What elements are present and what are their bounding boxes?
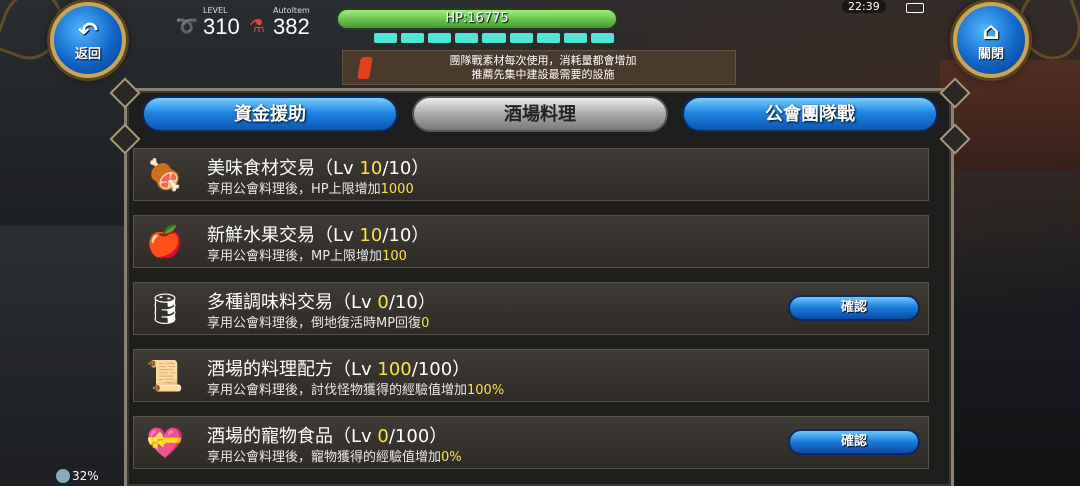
level-swirl-icon: ➰ — [175, 15, 199, 37]
item-title: 多種調味料交易（Lv 0/10） — [207, 292, 436, 313]
mp-segment — [428, 33, 452, 43]
item-bonus-value: 0% — [441, 450, 462, 465]
apple-icon: 🍎 — [146, 224, 184, 260]
item-level: 0 — [377, 426, 389, 447]
item-title: 酒場的料理配方（Lv 100/100） — [207, 359, 471, 380]
mp-bar — [374, 33, 614, 43]
meat-icon: 🍖 — [146, 157, 184, 193]
item-bonus-value: 0 — [421, 316, 430, 331]
background-floor — [0, 226, 140, 486]
close-button[interactable]: ⌂ 關閉 — [953, 2, 1029, 78]
back-arrow-icon: ↶ — [77, 16, 99, 45]
clock: 22:39 — [842, 0, 886, 13]
item-description: 享用公會料理後，討伐怪物獲得的經驗值增加100% — [207, 383, 505, 398]
level-indicator: ➰ LEVEL 310 — [175, 6, 240, 40]
item-level: 10 — [359, 158, 383, 179]
list-item: 💝 酒場的寵物食品（Lv 0/100） 享用公會料理後，寵物獲得的經驗值增加0%… — [133, 416, 929, 469]
item-level: 100 — [377, 359, 412, 380]
item-title: 美味食材交易（Lv 10/10） — [207, 158, 430, 179]
mp-segment — [563, 33, 587, 43]
tab-tavern-cooking[interactable]: 酒場料理 — [412, 96, 668, 132]
home-icon: ⌂ — [982, 16, 1000, 45]
list-item: 🛢 多種調味料交易（Lv 0/10） 享用公會料理後，倒地復活時MP回復0 確認 — [133, 282, 929, 335]
mp-segment — [455, 33, 479, 43]
list-item: 🍖 美味食材交易（Lv 10/10） 享用公會料理後，HP上限增加1000 — [133, 148, 929, 201]
close-label: 關閉 — [977, 46, 1004, 62]
mp-segment — [482, 33, 506, 43]
scroll-icon: 📜 — [146, 358, 184, 394]
notice-line-1: 團隊戰素材每次使用，消耗量都會增加 — [449, 53, 637, 67]
mp-segment — [536, 33, 560, 43]
tab-funding[interactable]: 資金援助 — [142, 96, 398, 132]
list-item: 🍎 新鮮水果交易（Lv 10/10） 享用公會料理後，MP上限增加100 — [133, 215, 929, 268]
status-percent: 32% — [72, 469, 99, 483]
item-description: 享用公會料理後，寵物獲得的經驗值增加0% — [207, 450, 462, 465]
mp-segment — [509, 33, 533, 43]
item-title: 酒場的寵物食品（Lv 0/100） — [207, 426, 448, 447]
item-level: 10 — [359, 225, 383, 246]
item-bonus-value: 100% — [467, 383, 505, 398]
item-description: 享用公會料理後，HP上限增加1000 — [207, 182, 414, 197]
tab-guild-team-battle[interactable]: 公會團隊戰 — [682, 96, 938, 132]
level-value: 310 — [203, 14, 240, 39]
back-label: 返回 — [74, 46, 101, 62]
item-bonus-value: 100 — [382, 249, 407, 264]
item-level: 0 — [377, 292, 389, 313]
status-orb-icon — [56, 469, 70, 483]
item-description: 享用公會料理後，MP上限增加100 — [207, 249, 407, 264]
battery-icon — [906, 3, 924, 13]
confirm-button[interactable]: 確認 — [788, 295, 920, 321]
mp-segment — [590, 33, 614, 43]
facility-list: 🍖 美味食材交易（Lv 10/10） 享用公會料理後，HP上限增加1000 🍎 … — [133, 148, 929, 483]
autoitem-indicator: ⚗ AutoItem 382 — [245, 6, 310, 40]
bottom-status: 32% — [56, 469, 99, 483]
notice-banner: 團隊戰素材每次使用，消耗量都會增加 推薦先集中建設最需要的設施 — [342, 50, 736, 85]
level-caption: LEVEL — [203, 6, 228, 15]
notice-line-2: 推薦先集中建設最需要的設施 — [471, 67, 615, 81]
item-title: 新鮮水果交易（Lv 10/10） — [207, 225, 430, 246]
barrel-icon: 🛢 — [145, 291, 185, 327]
background-wood-wall — [940, 60, 1080, 170]
list-item: 📜 酒場的料理配方（Lv 100/100） 享用公會料理後，討伐怪物獲得的經驗值… — [133, 349, 929, 402]
confirm-button[interactable]: 確認 — [788, 429, 920, 455]
potion-icon: ⚗ — [248, 15, 266, 37]
mp-segment — [374, 33, 398, 43]
autoitem-caption: AutoItem — [273, 6, 310, 15]
item-description: 享用公會料理後，倒地復活時MP回復0 — [207, 316, 430, 331]
back-button[interactable]: ↶ 返回 — [50, 2, 126, 78]
mp-segment — [401, 33, 425, 43]
hp-bar: HP:16775 — [336, 8, 618, 30]
pet-food-icon: 💝 — [146, 425, 184, 461]
item-bonus-value: 1000 — [380, 182, 414, 197]
tab-bar: 資金援助 酒場料理 公會團隊戰 — [140, 96, 940, 132]
autoitem-value: 382 — [273, 14, 310, 39]
